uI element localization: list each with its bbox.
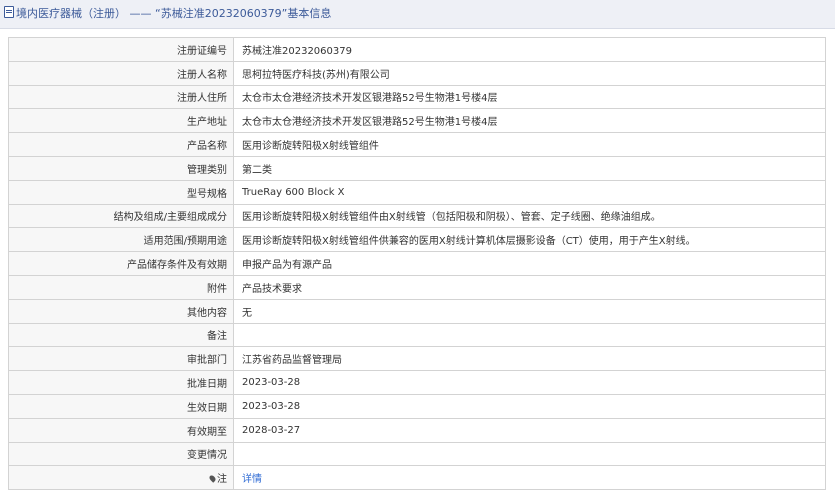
field-value: TrueRay 600 Block X [233, 179, 826, 205]
table-row: 型号规格 TrueRay 600 Block X [8, 179, 826, 205]
table-row: 有效期至 2028-03-27 [8, 417, 826, 443]
field-value: 江苏省药品监督管理局 [233, 346, 826, 372]
field-value [233, 322, 826, 348]
field-label: 注册人名称 [8, 60, 234, 86]
field-value: 太仓市太仓港经济技术开发区银港路52号生物港1号楼4层 [233, 84, 826, 110]
field-label: 其他内容 [8, 298, 234, 324]
field-label: 注册证编号 [8, 37, 234, 62]
table-row: 注册证编号 苏械注准20232060379 [8, 37, 826, 62]
field-label: 变更情况 [8, 441, 234, 467]
field-value: 医用诊断旋转阳极X射线管组件由X射线管（包括阳极和阴极）、管套、定子线圈、绝缘油… [233, 203, 826, 229]
table-row: 产品名称 医用诊断旋转阳极X射线管组件 [8, 132, 826, 157]
table-row: 审批部门 江苏省药品监督管理局 [8, 346, 826, 372]
field-label: 型号规格 [8, 179, 234, 205]
table-row: 注册人名称 思柯拉特医疗科技(苏州)有限公司 [8, 60, 826, 86]
note-label: 注 [217, 474, 227, 486]
note-label-cell: 注 [8, 465, 234, 491]
field-label: 批准日期 [8, 370, 234, 395]
field-value: 太仓市太仓港经济技术开发区银港路52号生物港1号楼4层 [233, 108, 826, 134]
page-header: 境内医疗器械（注册） —— “苏械注准20232060379”基本信息 [0, 0, 835, 29]
header-record-title: “苏械注准20232060379”基本信息 [155, 7, 332, 20]
field-label: 生效日期 [8, 393, 234, 419]
pin-icon [208, 474, 217, 483]
field-value: 2023-03-28 [233, 370, 826, 395]
field-value: 无 [233, 298, 826, 324]
detail-link[interactable]: 详情 [242, 474, 262, 485]
field-label: 管理类别 [8, 155, 234, 181]
field-label: 有效期至 [8, 417, 234, 443]
field-label: 生产地址 [8, 108, 234, 134]
table-row: 适用范围/预期用途 医用诊断旋转阳极X射线管组件供兼容的医用X射线计算机体层摄影设… [8, 227, 826, 253]
table-row: 注册人住所 太仓市太仓港经济技术开发区银港路52号生物港1号楼4层 [8, 84, 826, 110]
header-category: 境内医疗器械（注册） [16, 7, 126, 20]
field-value: 苏械注准20232060379 [233, 37, 826, 62]
table-row: 结构及组成/主要组成成分 医用诊断旋转阳极X射线管组件由X射线管（包括阳极和阴极）… [8, 203, 826, 229]
table-row: 产品储存条件及有效期 申报产品为有源产品 [8, 251, 826, 276]
field-value: 第二类 [233, 155, 826, 181]
field-label: 审批部门 [8, 346, 234, 372]
field-label: 适用范围/预期用途 [8, 227, 234, 253]
field-label: 产品储存条件及有效期 [8, 251, 234, 276]
field-label: 备注 [8, 322, 234, 348]
info-table-container: 注册证编号 苏械注准20232060379 注册人名称 思柯拉特医疗科技(苏州)有限公… [8, 37, 826, 491]
note-row: 注 详情 [8, 465, 826, 491]
table-row: 生产地址 太仓市太仓港经济技术开发区银港路52号生物港1号楼4层 [8, 108, 826, 134]
field-value: 医用诊断旋转阳极X射线管组件 [233, 132, 826, 157]
table-row: 变更情况 [8, 441, 826, 467]
field-value: 思柯拉特医疗科技(苏州)有限公司 [233, 60, 826, 86]
info-table: 注册证编号 苏械注准20232060379 注册人名称 思柯拉特医疗科技(苏州)有限公… [8, 37, 826, 491]
field-label: 注册人住所 [8, 84, 234, 110]
document-icon [4, 6, 14, 18]
field-value [233, 441, 826, 467]
table-row: 备注 [8, 322, 826, 348]
field-value: 申报产品为有源产品 [233, 251, 826, 276]
header-separator: —— [129, 7, 152, 20]
field-value: 产品技术要求 [233, 274, 826, 300]
field-value: 2028-03-27 [233, 417, 826, 443]
field-value: 2023-03-28 [233, 393, 826, 419]
field-label: 附件 [8, 274, 234, 300]
table-row: 生效日期 2023-03-28 [8, 393, 826, 419]
note-value-cell: 详情 [233, 465, 826, 491]
field-label: 结构及组成/主要组成成分 [8, 203, 234, 229]
field-value: 医用诊断旋转阳极X射线管组件供兼容的医用X射线计算机体层摄影设备（CT）使用，用… [233, 227, 826, 253]
field-label: 产品名称 [8, 132, 234, 157]
table-row: 管理类别 第二类 [8, 155, 826, 181]
table-row: 附件 产品技术要求 [8, 274, 826, 300]
table-row: 批准日期 2023-03-28 [8, 370, 826, 395]
table-row: 其他内容无 [8, 298, 826, 324]
